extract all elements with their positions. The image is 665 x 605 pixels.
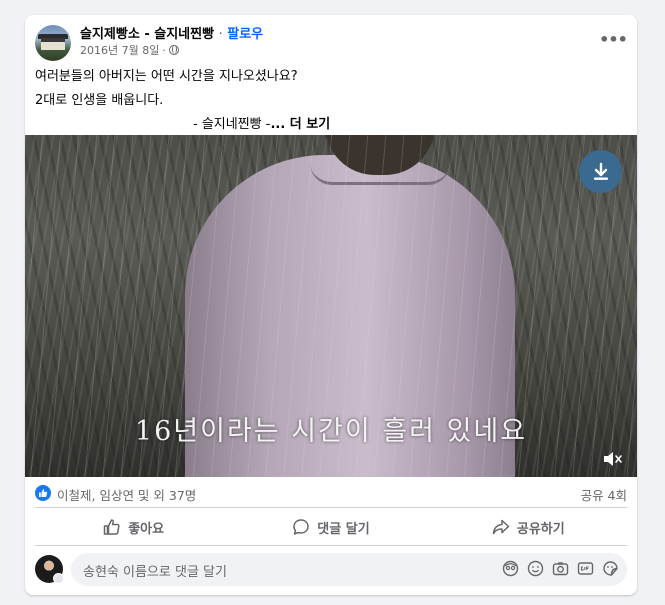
comment-icon: [293, 519, 310, 535]
post-actions: 좋아요 댓글 달기 공유하기: [35, 512, 627, 542]
name-separator: ·: [218, 27, 223, 42]
stats-divider: [35, 507, 627, 508]
post-header: 슬지제빵소 - 슬지네찐빵 · 팔로우 2016년 7월 8일 · •••: [25, 15, 637, 71]
like-reaction-icon[interactable]: [35, 485, 51, 501]
post-text-line-2: 2대로 인생을 배웁니다.: [35, 93, 164, 108]
shares-count[interactable]: 공유 4회: [581, 485, 627, 504]
reactors-link[interactable]: 이철제, 임상연 및 외 37명: [57, 485, 196, 504]
sticker-icon[interactable]: [602, 560, 619, 577]
post-text-line-3: - 슬지네찐빵 -... 더 보기: [35, 113, 625, 137]
volume-muted-icon: [604, 452, 622, 466]
download-button[interactable]: [579, 150, 622, 193]
post-date[interactable]: 2016년 7월 8일: [80, 42, 159, 58]
feed-post: 슬지제빵소 - 슬지네찐빵 · 팔로우 2016년 7월 8일 · ••• 여러…: [25, 15, 637, 595]
post-text-line-1: 여러분들의 아버지는 어떤 시간을 지나오셨나요?: [35, 69, 298, 84]
video-player[interactable]: 16년이라는 시간이 흘러 있네요: [25, 135, 637, 477]
avatar-house: [41, 38, 65, 50]
like-label: 좋아요: [128, 521, 165, 537]
actions-divider: [35, 545, 627, 546]
comment-composer: 송현숙 이름으로 댓글 달기: [35, 553, 627, 587]
share-icon: [492, 519, 510, 535]
avatar-dropdown-badge[interactable]: [53, 573, 64, 584]
gif-icon[interactable]: [577, 560, 594, 577]
post-signature: - 슬지네찐빵 -: [193, 117, 271, 132]
page-name-link[interactable]: 슬지제빵소 - 슬지네찐빵: [80, 27, 214, 42]
globe-icon: [168, 45, 179, 55]
download-icon: [593, 162, 608, 180]
current-user-avatar[interactable]: [35, 555, 64, 584]
post-stats: 이철제, 임상연 및 외 37명 공유 4회: [35, 484, 627, 504]
date-separator: ·: [162, 43, 166, 57]
page-avatar[interactable]: [35, 25, 71, 61]
comment-placeholder: 송현숙 이름으로 댓글 달기: [83, 565, 227, 580]
camera-icon[interactable]: [552, 560, 569, 577]
more-options-dots: •••: [599, 29, 628, 49]
comment-input[interactable]: 송현숙 이름으로 댓글 달기: [71, 553, 627, 586]
like-reaction-thumb: [39, 489, 48, 497]
video-subtitle: 16년이라는 시간이 흘러 있네요: [134, 416, 528, 447]
post-meta: 2016년 7월 8일 ·: [80, 42, 179, 58]
share-label: 공유하기: [516, 521, 565, 537]
emoji-icon[interactable]: [527, 560, 544, 577]
follow-button[interactable]: 팔로우: [227, 27, 263, 42]
page-name-line: 슬지제빵소 - 슬지네찐빵 · 팔로우: [80, 23, 263, 42]
thumbs-up-icon: [103, 519, 120, 535]
comment-button[interactable]: 댓글 달기: [232, 512, 429, 542]
see-more-link[interactable]: ... 더 보기: [270, 117, 330, 132]
comment-tools: [502, 560, 619, 577]
comment-label: 댓글 달기: [317, 521, 370, 537]
like-button[interactable]: 좋아요: [35, 512, 232, 542]
post-body: 여러분들의 아버지는 어떤 시간을 지나오셨나요? 2대로 인생을 배웁니다. …: [35, 65, 625, 137]
more-options-icon[interactable]: •••: [599, 27, 628, 51]
avatar-sticker-icon[interactable]: [502, 560, 519, 577]
mute-button[interactable]: [601, 447, 625, 471]
share-button[interactable]: 공유하기: [430, 512, 627, 542]
